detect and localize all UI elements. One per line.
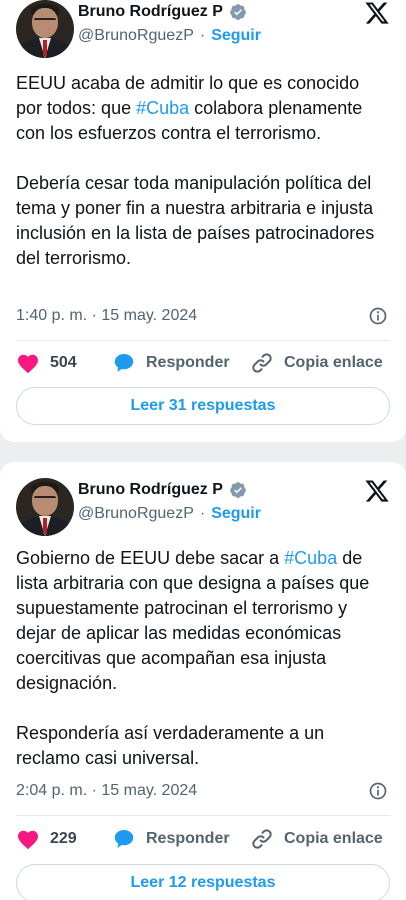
author-handle[interactable]: @BrunoRguezP: [78, 27, 194, 45]
action-bar: 229 Responder Copia enlace: [16, 825, 390, 853]
tweet-card: Bruno Rodríguez P @BrunoRguezP · Seguir …: [0, 462, 406, 900]
tweet-text: EEUU acaba de admitir lo que es conocido…: [16, 71, 390, 271]
divider: [16, 340, 390, 341]
link-icon: [252, 353, 272, 373]
hashtag-link[interactable]: #Cuba: [284, 548, 337, 568]
author-row: Bruno Rodríguez P: [78, 0, 247, 24]
like-count: 504: [50, 354, 77, 371]
hashtag-link[interactable]: #Cuba: [136, 98, 189, 118]
read-replies-button[interactable]: Leer 12 respuestas: [16, 864, 390, 900]
handle-row: @BrunoRguezP · Seguir: [78, 25, 261, 47]
tweet-paragraph: EEUU acaba de admitir lo que es conocido…: [16, 71, 390, 146]
reply-label: Responder: [146, 354, 230, 371]
copy-link-label: Copia enlace: [284, 830, 383, 847]
timestamp[interactable]: 2:04 p. m. · 15 may. 2024: [16, 782, 197, 800]
verified-badge-icon: [230, 482, 246, 498]
handle-row: @BrunoRguezP · Seguir: [78, 503, 261, 525]
author-name[interactable]: Bruno Rodríguez P: [78, 481, 223, 499]
separator-dot: ·: [199, 27, 206, 44]
info-icon[interactable]: [368, 306, 388, 326]
tweet-header: Bruno Rodríguez P @BrunoRguezP · Seguir: [16, 478, 390, 538]
tweet-paragraph: Gobierno de EEUU debe sacar a #Cuba de l…: [16, 546, 390, 696]
heart-icon: [18, 830, 38, 850]
tweet-paragraph: Debería cesar toda manipulación política…: [16, 173, 375, 268]
reply-bubble-icon: [114, 830, 134, 848]
tweet-card: Bruno Rodríguez P @BrunoRguezP · Seguir …: [0, 0, 406, 442]
like-count: 229: [50, 830, 77, 847]
avatar[interactable]: [16, 0, 74, 58]
follow-button[interactable]: Seguir: [211, 505, 261, 523]
reply-bubble-icon: [114, 354, 134, 372]
like-button[interactable]: 229: [16, 828, 112, 850]
timestamp-row: 1:40 p. m. · 15 may. 2024: [16, 304, 390, 328]
divider: [16, 815, 390, 816]
tweet-text: Gobierno de EEUU debe sacar a #Cuba de l…: [16, 546, 390, 771]
link-icon: [252, 829, 272, 849]
info-icon[interactable]: [368, 781, 388, 801]
author-name[interactable]: Bruno Rodríguez P: [78, 3, 223, 21]
read-replies-button[interactable]: Leer 31 respuestas: [16, 387, 390, 425]
tweet-header: Bruno Rodríguez P @BrunoRguezP · Seguir: [16, 0, 390, 60]
separator-dot: ·: [199, 505, 206, 522]
copy-link-label: Copia enlace: [284, 354, 383, 371]
tweet-paragraph: Respondería así verdaderamente a un recl…: [16, 723, 325, 768]
x-logo-icon[interactable]: [364, 478, 390, 504]
like-button[interactable]: 504: [16, 352, 112, 374]
timestamp[interactable]: 1:40 p. m. · 15 may. 2024: [16, 307, 197, 325]
timestamp-row: 2:04 p. m. · 15 may. 2024: [16, 779, 390, 803]
action-bar: 504 Responder Copia enlace: [16, 349, 390, 377]
reply-button[interactable]: Responder: [112, 827, 250, 851]
verified-badge-icon: [230, 4, 246, 20]
follow-button[interactable]: Seguir: [211, 27, 261, 45]
copy-link-button[interactable]: Copia enlace: [250, 827, 383, 851]
author-row: Bruno Rodríguez P: [78, 478, 247, 502]
reply-label: Responder: [146, 830, 230, 847]
x-logo-icon[interactable]: [364, 0, 390, 26]
author-handle[interactable]: @BrunoRguezP: [78, 505, 194, 523]
reply-button[interactable]: Responder: [112, 351, 250, 375]
copy-link-button[interactable]: Copia enlace: [250, 351, 383, 375]
text-segment: de lista arbitraria con que designa a pa…: [16, 548, 370, 693]
heart-icon: [18, 354, 38, 374]
avatar[interactable]: [16, 478, 74, 536]
text-segment: Gobierno de EEUU debe sacar a: [16, 548, 285, 568]
